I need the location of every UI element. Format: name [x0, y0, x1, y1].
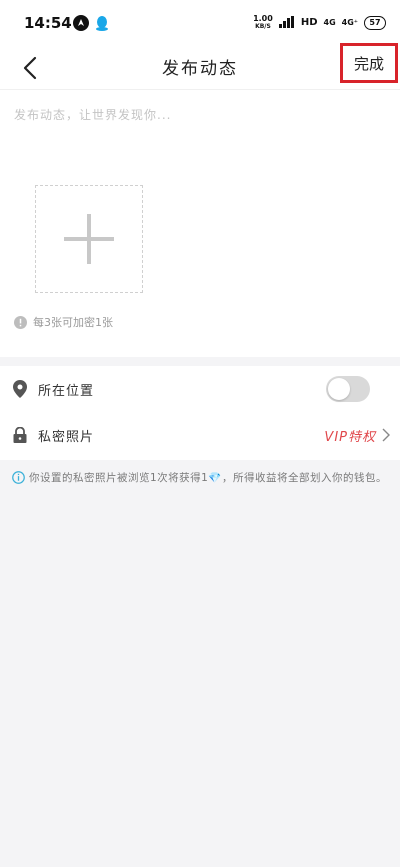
- network-type-2: 4G⁺: [341, 18, 358, 27]
- signal-icon: [278, 13, 295, 32]
- info-icon: [14, 315, 27, 329]
- location-label: 所在位置: [38, 383, 95, 399]
- diamond-icon: 💎: [208, 472, 222, 484]
- private-photo-row[interactable]: 私密照片 VIP特权: [0, 412, 400, 458]
- network-type-1: 4G: [323, 18, 336, 27]
- encrypt-hint: 每3张可加密1张: [14, 314, 113, 330]
- private-photo-label: 私密照片: [38, 429, 95, 445]
- notice-text-before: 你设置的私密照片被浏览1次将获得1: [29, 472, 209, 484]
- nav-bar: 发布动态 完成: [0, 43, 400, 90]
- status-bar: 14:54 1.00 KB/S HD 4G 4G⁺ 57: [0, 0, 400, 46]
- vip-label: VIP特权: [324, 429, 376, 445]
- plus-icon: [64, 214, 114, 264]
- status-indicators: 1.00 KB/S HD 4G 4G⁺ 57: [253, 13, 386, 32]
- chevron-right-icon: [382, 428, 390, 442]
- location-row: 所在位置: [0, 366, 400, 412]
- earnings-notice-text: 你设置的私密照片被浏览1次将获得1💎，所得收益将全部划入你的钱包。: [12, 469, 390, 488]
- location-toggle[interactable]: [326, 376, 370, 402]
- vip-privilege-link[interactable]: VIP特权: [324, 426, 390, 445]
- notice-text-after: ，所得收益将全部划入你的钱包。: [221, 472, 387, 484]
- lock-icon: [12, 426, 28, 444]
- location-pin-icon: [12, 380, 28, 398]
- hd-label: HD: [300, 17, 318, 28]
- post-text-input[interactable]: [14, 106, 386, 176]
- net-speed-value: 1.00: [253, 13, 273, 23]
- toggle-knob: [328, 378, 350, 400]
- status-time: 14:54: [24, 14, 72, 32]
- encrypt-hint-text: 每3张可加密1张: [33, 316, 113, 329]
- battery-icon: 57: [364, 15, 386, 30]
- done-button[interactable]: 完成: [340, 43, 398, 83]
- navigation-app-icon: [73, 15, 89, 31]
- qq-icon: [94, 15, 110, 31]
- battery-level: 57: [369, 17, 381, 27]
- earnings-notice: 你设置的私密照片被浏览1次将获得1💎，所得收益将全部划入你的钱包。: [0, 460, 400, 518]
- add-photo-button[interactable]: [35, 185, 143, 293]
- compose-area: 每3张可加密1张: [0, 90, 400, 357]
- settings-list: 所在位置 私密照片 VIP特权: [0, 366, 400, 460]
- net-speed-unit: KB/S: [255, 22, 271, 30]
- net-speed: 1.00 KB/S: [253, 13, 273, 31]
